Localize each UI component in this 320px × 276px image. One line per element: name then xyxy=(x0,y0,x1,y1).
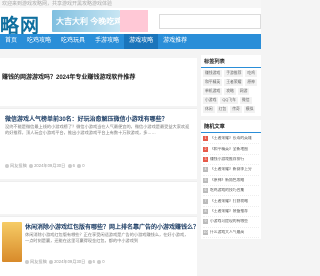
list-item-text[interactable]: 《原神》新角色攻略 xyxy=(210,178,244,183)
header-banner[interactable]: 大吉大利 今晚吃鸡 xyxy=(52,10,120,32)
clock-icon xyxy=(29,163,34,168)
rank-number: 2 xyxy=(203,146,208,152)
tag-link[interactable]: 网游 xyxy=(237,88,250,95)
sidebar: 标签列表 赚钱游戏 手游推荐 吃鸡 和平精英 王者荣耀 原神 单机游戏 攻略 网… xyxy=(201,55,261,275)
list-item-text[interactable]: 《王者荣耀》新赛季上分 xyxy=(210,167,252,172)
article-comments: 0 xyxy=(102,259,105,264)
article-card[interactable]: 休闲消除小游戏红包版有哪些？网上排名靠广告的小游戏赚钱么？ 休闲消除小游戏红包版… xyxy=(0,216,199,276)
search-input[interactable] xyxy=(159,14,261,29)
category-title: 赚钱的网游游戏吗？2024年专业赚钱游戏软件推荐 xyxy=(2,75,136,81)
list-item[interactable]: 9 小游戏可提现的有哪些 xyxy=(203,217,259,228)
tag-link[interactable]: QQ飞车 xyxy=(220,97,238,104)
article-meta: 网友投稿 2024年09月30日 6 0 xyxy=(25,259,105,265)
header-banner-image[interactable] xyxy=(120,10,148,32)
rank-number: 4 xyxy=(203,167,208,173)
tag-link[interactable]: 红包 xyxy=(216,106,229,113)
tag-link[interactable]: 和平精英 xyxy=(203,79,223,86)
article-title[interactable]: 微信游戏人气榜单前30名：好玩治愈解压微信小游戏有哪些？ xyxy=(5,114,168,123)
tag-link[interactable]: 休闲 xyxy=(203,106,215,113)
list-item[interactable]: 5 《原神》新角色攻略 xyxy=(203,176,259,186)
category-header: 赚钱的网游游戏吗？2024年专业赚钱游戏软件推荐 xyxy=(0,58,197,106)
article-date: 2024年09月30日 xyxy=(54,259,86,264)
nav-item-game-recommend[interactable]: 游戏推荐 xyxy=(158,34,192,49)
list-item-text[interactable]: 什么游戏大人气最高 xyxy=(210,230,244,235)
article-author: 网友投稿 xyxy=(30,259,47,264)
welcome-text: 欢迎来到游戏攻略网，共享游戏开黑攻略游戏体验 xyxy=(2,1,113,7)
nav-item-home[interactable]: 首页 xyxy=(0,34,22,49)
banner-text: 大吉大利 今晚吃鸡 xyxy=(56,17,120,26)
list-item-text[interactable]: 赚钱小游戏推荐排行 xyxy=(210,157,244,162)
list-item[interactable]: 10 什么游戏大人气最高 xyxy=(203,228,259,238)
tags-widget: 标签列表 赚钱游戏 手游推荐 吃鸡 和平精英 王者荣耀 原神 单机游戏 攻略 网… xyxy=(201,55,261,116)
tag-link[interactable]: 单机游戏 xyxy=(203,88,223,95)
list-item[interactable]: 2 《和平精英》全新地图 xyxy=(203,144,259,155)
nav-item-chicken-toys[interactable]: 吃鸡玩具 xyxy=(56,34,90,49)
random-articles-title: 随机文章 xyxy=(201,120,261,133)
eye-icon xyxy=(67,163,72,168)
rank-number: 1 xyxy=(203,136,208,142)
list-item-text[interactable]: 吃鸡游戏的技巧合集 xyxy=(210,188,244,193)
rank-number: 3 xyxy=(203,156,208,162)
rank-number: 8 xyxy=(203,208,208,214)
tag-link[interactable]: 小游戏 xyxy=(203,97,219,104)
rank-number: 9 xyxy=(203,219,208,225)
tag-link[interactable]: 赚钱游戏 xyxy=(203,70,223,77)
comment-icon xyxy=(97,259,102,264)
article-views: 6 xyxy=(72,163,75,168)
site-header: 略网 大吉大利 今晚吃鸡 xyxy=(0,8,261,37)
rank-number: 6 xyxy=(203,188,208,194)
tag-link[interactable]: 原神 xyxy=(245,79,257,86)
list-item[interactable]: 6 吃鸡游戏的技巧合集 xyxy=(203,186,259,197)
article-title[interactable]: 休闲消除小游戏红包版有哪些？网上排名靠广告的小游戏赚钱么？ xyxy=(25,222,199,231)
tag-link[interactable]: 微信 xyxy=(239,97,252,104)
list-item[interactable]: 4 《王者荣耀》新赛季上分 xyxy=(203,165,259,176)
nav-item-game-guide[interactable]: 游戏攻略 xyxy=(124,34,159,49)
rank-number: 7 xyxy=(203,198,208,204)
list-item-text[interactable]: 《王者荣耀》长寿的英雄 xyxy=(210,136,252,141)
article-meta: 网友投稿 2024年09月30日 6 0 xyxy=(5,163,85,169)
article-excerpt: 休闲消除小游戏红包版有哪些？正在享受闲适游戏是广告的小游戏赚钱么，在好小游戏，一… xyxy=(25,232,189,243)
top-welcome-bar: 欢迎来到游戏攻略网，共享游戏开黑攻略游戏体验 xyxy=(0,0,261,8)
list-item[interactable]: 1 《王者荣耀》长寿的英雄 xyxy=(203,134,259,145)
list-item[interactable]: 7 《王者荣耀》打野攻略 xyxy=(203,196,259,207)
article-excerpt: 没终不能是微信最上线的小游戏榜了？微信小游戏当在人气最便宜的，微信小游戏是最受益… xyxy=(5,124,190,135)
tag-link[interactable]: 吃鸡 xyxy=(245,70,257,77)
tags-title: 标签列表 xyxy=(201,55,261,68)
user-icon xyxy=(5,163,9,168)
nav-item-mobile-guide[interactable]: 手游攻略 xyxy=(90,34,124,49)
tag-link[interactable]: 模拟 xyxy=(243,106,256,113)
tag-link[interactable]: 手游推荐 xyxy=(224,70,244,77)
comment-icon xyxy=(77,163,82,168)
list-item-text[interactable]: 《和平精英》全新地图 xyxy=(210,147,248,152)
tag-link[interactable]: 传奇 xyxy=(230,106,242,113)
main-nav: 首页 吃鸡攻略 吃鸡玩具 手游攻略 游戏攻略 游戏推荐 xyxy=(0,34,261,49)
list-item[interactable]: 8 《王者荣耀》装备推荐 xyxy=(203,207,259,218)
random-articles-list: 1 《王者荣耀》长寿的英雄 2 《和平精英》全新地图 3 赚钱小游戏推荐排行 4 《王者… xyxy=(201,133,261,239)
article-author: 网友投稿 xyxy=(10,163,27,168)
eye-icon xyxy=(87,259,92,264)
tag-cloud: 赚钱游戏 手游推荐 吃鸡 和平精英 王者荣耀 原神 单机游戏 攻略 网游 小游戏… xyxy=(201,68,261,116)
tag-link[interactable]: 攻略 xyxy=(224,88,236,95)
rank-number: 5 xyxy=(203,177,208,183)
list-item-text[interactable]: 小游戏可提现的有哪些 xyxy=(210,219,248,224)
list-item-text[interactable]: 《王者荣耀》打野攻略 xyxy=(210,199,248,204)
tag-link[interactable]: 王者荣耀 xyxy=(224,79,244,86)
article-thumbnail[interactable] xyxy=(2,222,22,262)
article-date: 2024年09月30日 xyxy=(34,163,66,168)
list-item-text[interactable]: 《王者荣耀》装备推荐 xyxy=(210,209,248,214)
nav-item-chicken-guide[interactable]: 吃鸡攻略 xyxy=(22,34,56,49)
list-item[interactable]: 3 赚钱小游戏推荐排行 xyxy=(203,155,259,166)
spacer-card xyxy=(0,181,197,214)
article-card[interactable]: 微信游戏人气榜单前30名：好玩治愈解压微信小游戏有哪些？ 没终不能是微信最上线的… xyxy=(0,108,197,179)
article-comments: 0 xyxy=(82,163,85,168)
clock-icon xyxy=(49,259,54,264)
rank-number: 10 xyxy=(203,229,208,235)
article-views: 6 xyxy=(92,259,95,264)
random-articles-widget: 随机文章 1 《王者荣耀》长寿的英雄 2 《和平精英》全新地图 3 赚钱小游戏推荐排行… xyxy=(201,120,261,239)
user-icon xyxy=(25,259,29,264)
main-content: 赚钱的网游游戏吗？2024年专业赚钱游戏软件推荐 微信游戏人气榜单前30名：好玩… xyxy=(0,55,199,276)
